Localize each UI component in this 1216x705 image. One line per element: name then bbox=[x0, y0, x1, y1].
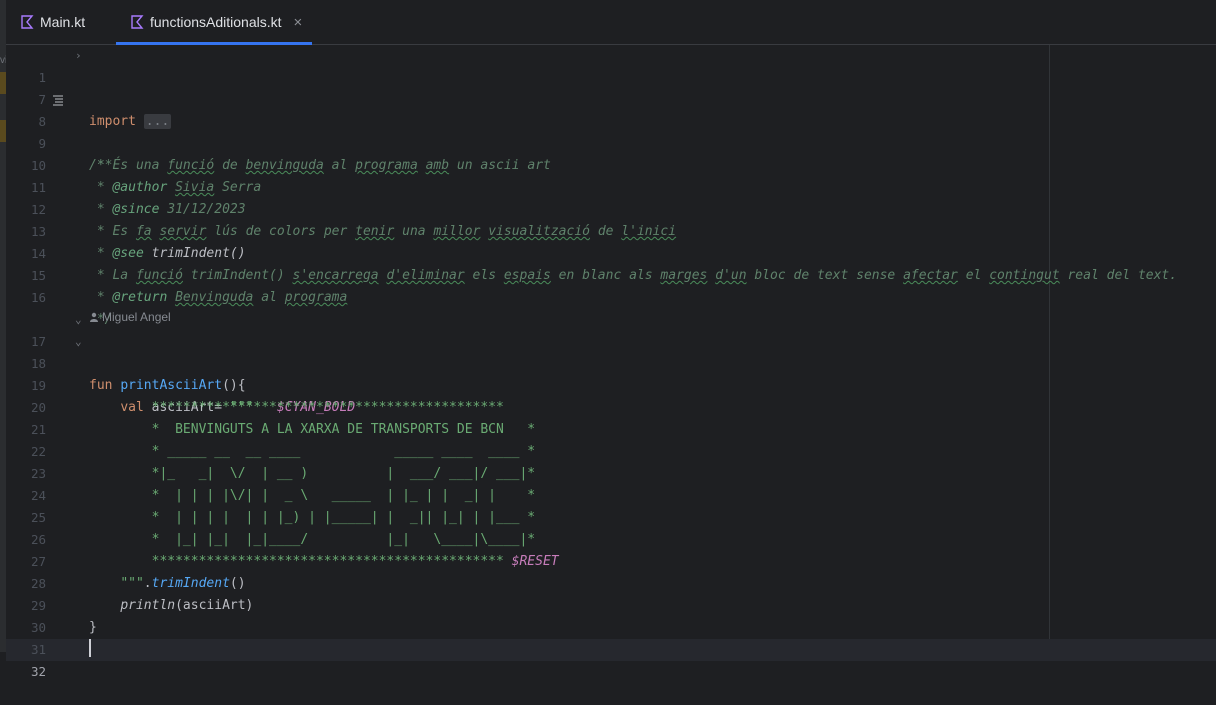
code-line: 14 * La funció trimIndent() s'encarrega … bbox=[6, 221, 1216, 283]
tab-label: functionsAditionals.kt bbox=[150, 14, 282, 30]
code-line: 11 * @since 31/12/2023 bbox=[6, 155, 1216, 217]
code-line: 12 * Es fa servir lús de colors per teni… bbox=[6, 177, 1216, 239]
tab-label: Main.kt bbox=[40, 14, 86, 30]
code-line: 17 ⌄ fun printAsciiArt(){ bbox=[6, 309, 1216, 393]
code-line: 24 * | | | | | | |_) | |_____| | _|| |_|… bbox=[6, 463, 1216, 525]
code-line: 32 bbox=[6, 639, 1216, 679]
code-line: 26 *************************************… bbox=[6, 507, 1216, 569]
code-line: 31 bbox=[6, 617, 1216, 657]
code-line: 22 *|_ _| \/ | __ ) | ___/ ___|/ ___|* bbox=[6, 419, 1216, 481]
code-line: 27 """.trimIndent() bbox=[6, 529, 1216, 591]
kotlin-file-icon bbox=[21, 15, 34, 29]
code-line: 13 * @see trimIndent() bbox=[6, 199, 1216, 261]
code-line: 16 */ bbox=[6, 265, 1216, 327]
fold-expand-icon[interactable]: › bbox=[75, 45, 82, 67]
code-line: 19 *************************************… bbox=[6, 353, 1216, 415]
code-line: 7 bbox=[6, 67, 1216, 107]
code-editor[interactable]: 1 › import ... 7 8 /** 9 * És una funció… bbox=[6, 45, 1216, 679]
kotlin-file-icon bbox=[131, 15, 144, 29]
line-number: 32 bbox=[30, 664, 46, 679]
code-line: 23 * | | | |\/| | _ \ _____ | |_ | | _| … bbox=[6, 441, 1216, 503]
code-line: 28 println(asciiArt) bbox=[6, 551, 1216, 613]
code-line: 18 ⌄ val asciiArt= """ $CYAN_BOLD bbox=[6, 331, 1216, 415]
code-line: 8 /** bbox=[6, 89, 1216, 173]
author-inlay-row: Miguel Angel bbox=[6, 287, 1216, 324]
code-line: 25 * |_| |_| |_|____/ |_| \____|\____|* bbox=[6, 485, 1216, 547]
render-doc-icon[interactable] bbox=[52, 94, 64, 106]
tab-main-kt[interactable]: Main.kt bbox=[20, 0, 85, 44]
editor-tab-bar: Main.kt functionsAditionals.kt × bbox=[6, 0, 1216, 45]
code-line: 21 * _____ __ __ ____ _____ ____ ____ * bbox=[6, 397, 1216, 459]
close-icon[interactable]: × bbox=[294, 14, 303, 31]
code-line: 10 * @author Sivia Serra bbox=[6, 133, 1216, 195]
fold-collapse-icon[interactable]: ⌄ bbox=[75, 309, 82, 331]
code-line: 20 * BENVINGUTS A LA XARXA DE TRANSPORTS… bbox=[6, 375, 1216, 437]
fold-collapse-icon[interactable]: ⌄ bbox=[75, 331, 82, 353]
code-line: 29 } bbox=[6, 573, 1216, 635]
code-line: 30 bbox=[6, 595, 1216, 635]
code-line: 9 * És una funció de benvinguda al progr… bbox=[6, 111, 1216, 173]
tab-functions-aditionals-kt[interactable]: functionsAditionals.kt × bbox=[116, 0, 313, 45]
text-cursor bbox=[89, 639, 91, 657]
code-line: 15 * @return Benvinguda al programa bbox=[6, 243, 1216, 305]
code-line: 1 › import ... bbox=[6, 45, 1216, 129]
